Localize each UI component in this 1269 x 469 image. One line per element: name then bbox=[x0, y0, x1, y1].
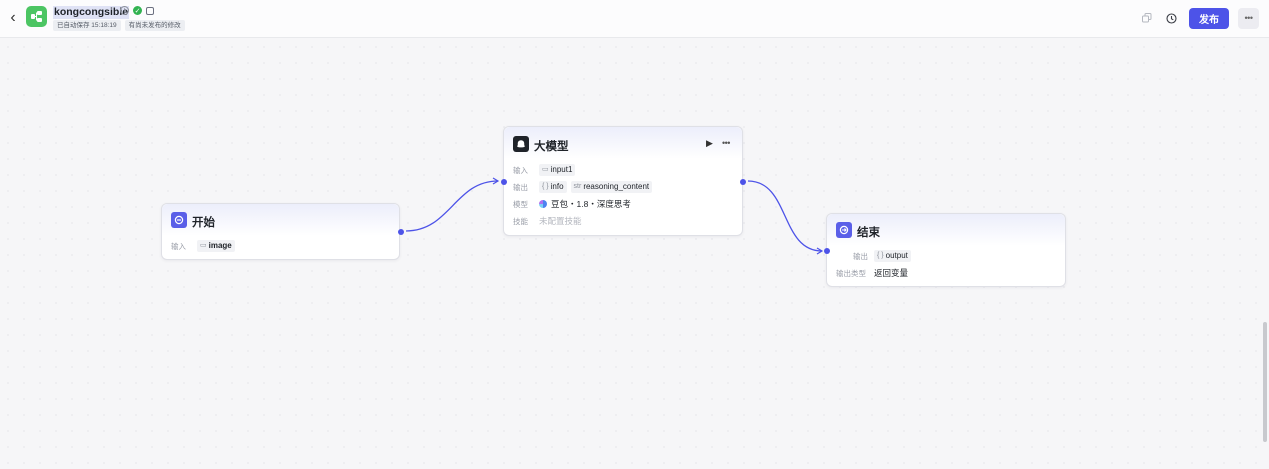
output-type-value: 返回变量 bbox=[874, 268, 909, 278]
end-node-title: 结束 bbox=[857, 227, 880, 239]
image-icon: ▭ bbox=[200, 242, 207, 249]
start-node-title: 开始 bbox=[192, 217, 215, 229]
skill-value: 未配置技能 bbox=[539, 216, 582, 226]
llm-node[interactable]: 大模型 ▶ ••• 输入 ▭ input1 输出 { } info str reaso… bbox=[501, 126, 746, 236]
variable-chip: ▭ image bbox=[197, 240, 235, 252]
more-options-icon[interactable]: ••• bbox=[1238, 7, 1259, 29]
vertical-scrollbar[interactable] bbox=[1263, 322, 1267, 442]
doubao-model-icon bbox=[539, 200, 547, 208]
end-node[interactable]: 结束 输出 { } output 输出类型 返回变量 bbox=[824, 213, 1066, 287]
copy-icon[interactable] bbox=[1135, 7, 1159, 29]
app-name[interactable]: kongcongsibie bbox=[53, 6, 130, 19]
llm-icon bbox=[513, 136, 529, 152]
variable-chip: { } info bbox=[539, 181, 567, 193]
object-icon: { } bbox=[542, 183, 549, 190]
more-icon[interactable]: ••• bbox=[722, 138, 730, 148]
llm-output-port[interactable] bbox=[740, 179, 746, 185]
image-icon: ▭ bbox=[542, 166, 549, 173]
start-icon bbox=[171, 212, 187, 228]
llm-node-title: 大模型 bbox=[534, 141, 569, 153]
back-chevron-icon[interactable]: ‹ bbox=[6, 9, 20, 27]
publish-button[interactable]: 发布 bbox=[1189, 7, 1229, 29]
play-icon[interactable]: ▶ bbox=[706, 138, 713, 149]
output-type-label: 输出类型 bbox=[836, 268, 866, 278]
string-icon: str bbox=[573, 183, 582, 190]
top-bar: ‹ kongcongsibie i ✓ 已自动保存 15:18:19 有尚未发布… bbox=[0, 0, 1269, 38]
input-label: 输入 bbox=[171, 241, 186, 251]
output-label: 输出 bbox=[513, 182, 528, 192]
workflow-icon bbox=[26, 6, 47, 27]
model-label: 模型 bbox=[513, 199, 528, 209]
object-icon: { } bbox=[877, 252, 884, 259]
input-label: 输入 bbox=[513, 165, 528, 175]
edit-icon[interactable] bbox=[146, 6, 154, 15]
variable-chip: { } output bbox=[874, 250, 911, 262]
start-output-port[interactable] bbox=[398, 229, 404, 235]
llm-input-port[interactable] bbox=[501, 179, 507, 185]
variable-chip: ▭ input1 bbox=[539, 164, 576, 176]
end-icon bbox=[836, 222, 852, 238]
info-icon[interactable]: i bbox=[120, 6, 129, 15]
start-node[interactable]: 开始 输入 ▭ image bbox=[161, 203, 404, 260]
autosave-status: 已自动保存 15:18:19 bbox=[53, 20, 121, 31]
variable-chip: str reasoning_content bbox=[570, 181, 653, 193]
end-input-port[interactable] bbox=[824, 248, 830, 254]
skill-label: 技能 bbox=[513, 216, 528, 226]
output-label: 输出 bbox=[853, 251, 868, 261]
unpublished-badge: 有尚未发布的修改 bbox=[124, 20, 185, 31]
check-circle-icon: ✓ bbox=[133, 6, 142, 15]
history-icon[interactable] bbox=[1159, 7, 1183, 29]
model-value: 豆包・1.8・深度思考 bbox=[551, 199, 631, 209]
